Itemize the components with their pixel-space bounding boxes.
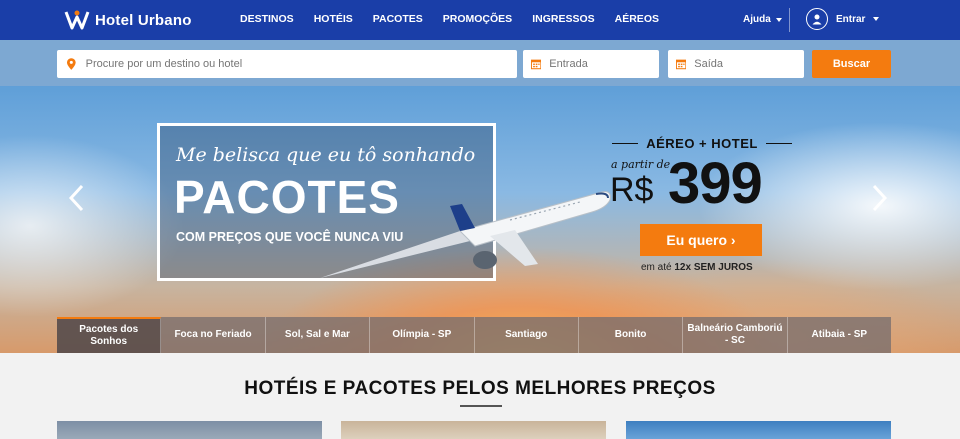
installments-prefix: em até	[641, 262, 675, 273]
checkout-input[interactable]	[694, 58, 804, 70]
destination-search-field[interactable]	[57, 50, 517, 78]
nav-item-promocoes[interactable]: PROMOÇÕES	[443, 13, 512, 25]
checkin-field[interactable]	[523, 50, 659, 78]
hotel-urbano-logo-icon	[64, 10, 90, 30]
location-pin-icon	[67, 58, 76, 70]
search-button[interactable]: Buscar	[812, 50, 891, 78]
login-menu[interactable]: Entrar	[806, 8, 880, 30]
search-bar: Buscar	[0, 40, 960, 86]
calendar-icon	[676, 59, 687, 70]
checkin-input[interactable]	[549, 58, 659, 70]
brand-logo[interactable]: Hotel Urbano	[64, 9, 192, 31]
section-title: HOTÉIS E PACOTES PELOS MELHORES PREÇOS	[244, 378, 716, 399]
installments-text: em até 12x SEM JUROS	[641, 262, 753, 273]
tab-pacotes-dos-sonhos[interactable]: Pacotes dos Sonhos	[57, 317, 162, 353]
installments-bold: 12x SEM JUROS	[674, 262, 753, 273]
airplane-image	[320, 191, 611, 278]
nav-divider	[789, 8, 790, 32]
help-menu[interactable]: Ajuda	[743, 14, 782, 25]
tab-bonito[interactable]: Bonito	[578, 317, 684, 353]
nav-item-pacotes[interactable]: PACOTES	[373, 13, 423, 25]
tab-olimpia[interactable]: Olímpia - SP	[370, 317, 475, 353]
chevron-down-icon	[873, 17, 880, 21]
help-label: Ajuda	[743, 14, 771, 25]
chevron-right-icon	[872, 184, 888, 212]
destination-input[interactable]	[85, 58, 517, 70]
calendar-icon	[531, 59, 542, 70]
login-label: Entrar	[836, 13, 866, 25]
tab-atibaia[interactable]: Atibaia - SP	[787, 317, 891, 353]
offer-title: AÉREO + HOTEL	[612, 136, 793, 151]
carousel-next-button[interactable]	[868, 181, 892, 215]
offer-price: 399	[668, 151, 763, 216]
tab-foca-no-feriado[interactable]: Foca no Feriado	[161, 317, 266, 353]
main-nav: DESTINOS HOTÉIS PACOTES PROMOÇÕES INGRES…	[240, 13, 679, 25]
offer-currency: R$	[610, 171, 654, 209]
top-navigation-bar: Hotel Urbano DESTINOS HOTÉIS PACOTES PRO…	[0, 0, 960, 40]
nav-item-destinos[interactable]: DESTINOS	[240, 13, 294, 25]
hero-banner[interactable]: Me belisca que eu tô sonhando PACOTES CO…	[0, 86, 960, 353]
title-rule-right	[765, 142, 793, 145]
tab-santiago[interactable]: Santiago	[474, 317, 579, 353]
section-title-underline	[460, 405, 502, 407]
eu-quero-button[interactable]: Eu quero ›	[640, 224, 762, 256]
checkout-field[interactable]	[668, 50, 804, 78]
promo-tagline: Me belisca que eu tô sonhando	[176, 144, 476, 166]
carousel-prev-button[interactable]	[64, 181, 88, 215]
tab-sol-sal-e-mar[interactable]: Sol, Sal e Mar	[265, 317, 371, 353]
chevron-down-icon	[775, 17, 782, 22]
offer-title-text: AÉREO + HOTEL	[646, 136, 758, 151]
nav-item-hoteis[interactable]: HOTÉIS	[314, 13, 353, 25]
tab-balneario-camboriu[interactable]: Balneário Camboriú - SC	[683, 317, 788, 353]
offer-from-label: a partir de	[611, 158, 671, 171]
offer-card[interactable]	[341, 421, 606, 439]
chevron-left-icon	[68, 184, 84, 212]
offer-card[interactable]	[626, 421, 891, 439]
hero-category-tabs: Pacotes dos Sonhos Foca no Feriado Sol, …	[57, 317, 891, 353]
nav-item-ingressos[interactable]: INGRESSOS	[532, 13, 594, 25]
title-rule-left	[612, 142, 639, 145]
brand-name: Hotel Urbano	[95, 11, 192, 29]
user-icon	[806, 8, 828, 30]
offer-card[interactable]	[57, 421, 322, 439]
nav-item-aereos[interactable]: AÉREOS	[615, 13, 659, 25]
